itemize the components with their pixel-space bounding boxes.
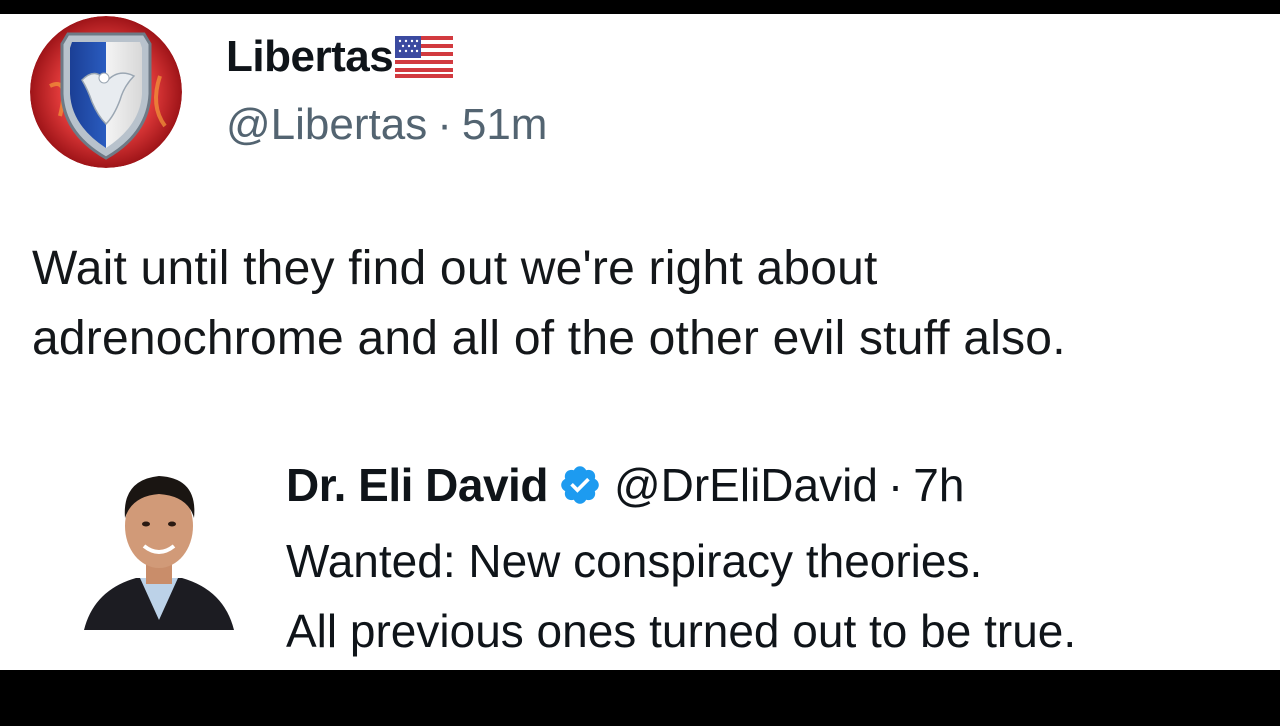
author-handle-row: @Libertas · 51m xyxy=(226,100,547,150)
tweet-timestamp[interactable]: 51m xyxy=(462,100,548,149)
verified-badge-icon xyxy=(558,463,602,507)
author-name-row: Libertas xyxy=(226,32,454,82)
quoted-tweet-timestamp[interactable]: 7h xyxy=(913,458,964,512)
author-display-name[interactable]: Libertas xyxy=(226,32,394,82)
tweet-text-line: Wait until they find out we're right abo… xyxy=(32,242,878,295)
quoted-author-row: Dr. Eli David @DrEliDavid · 7h xyxy=(286,458,964,512)
person-photo-icon xyxy=(84,476,234,630)
author-handle[interactable]: @Libertas xyxy=(226,100,427,149)
eagle-shield-icon xyxy=(30,16,182,168)
quoted-author-avatar[interactable] xyxy=(84,460,234,640)
quoted-tweet-text-line: All previous ones turned out to be true. xyxy=(286,605,1077,657)
quoted-tweet-text-line: Wanted: New conspiracy theories. xyxy=(286,535,983,587)
author-avatar[interactable] xyxy=(30,16,182,168)
quoted-author-display-name[interactable]: Dr. Eli David xyxy=(286,458,548,512)
us-flag-icon xyxy=(395,36,454,78)
tweet-card: Libertas @Libertas · 51m Wait until they… xyxy=(0,14,1280,670)
tweet-text: Wait until they find out we're right abo… xyxy=(32,234,1272,374)
quoted-meta-separator: · xyxy=(887,459,904,511)
quoted-author-handle[interactable]: @DrEliDavid xyxy=(614,458,878,512)
tweet-text-line: adrenochrome and all of the other evil s… xyxy=(32,312,1066,365)
meta-separator: · xyxy=(437,100,452,149)
quoted-tweet-text: Wanted: New conspiracy theories. All pre… xyxy=(286,526,1076,666)
